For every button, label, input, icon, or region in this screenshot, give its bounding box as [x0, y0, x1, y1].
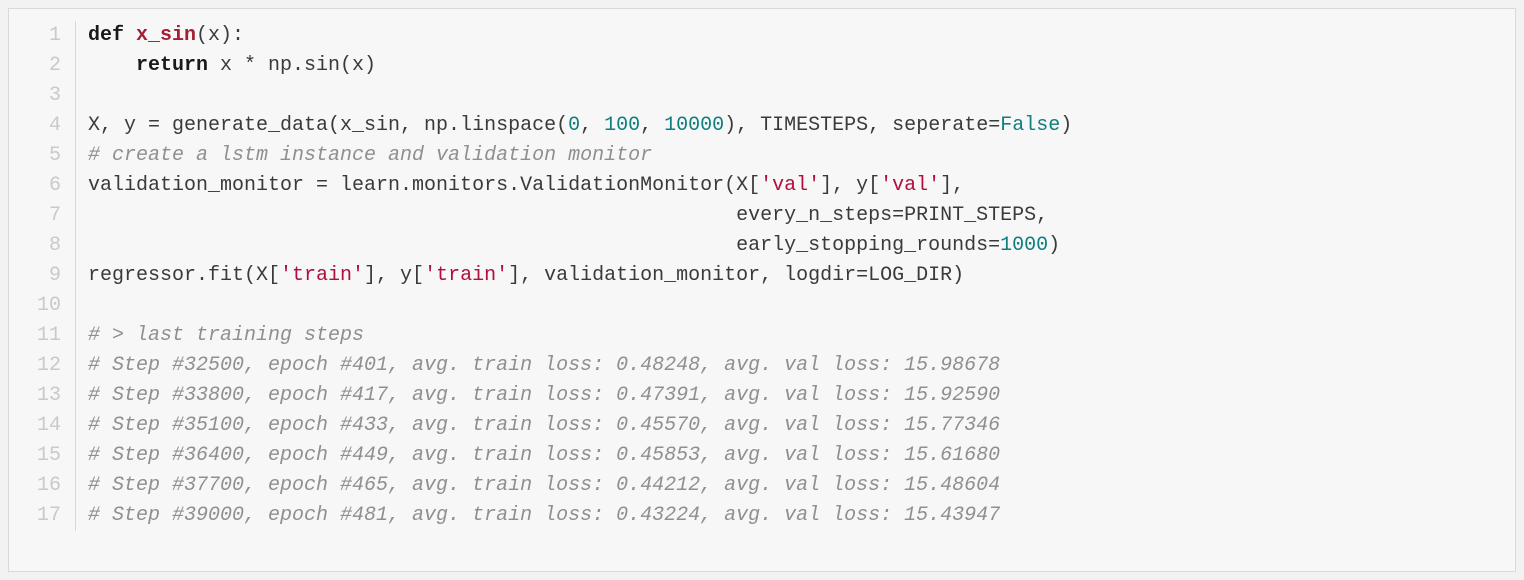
code-token: x_sin — [136, 24, 196, 47]
code-block: 1def x_sin(x):2 return x * np.sin(x)34X,… — [8, 8, 1516, 572]
code-content: # Step #33800, epoch #417, avg. train lo… — [76, 381, 1000, 411]
code-token: # Step #33800, epoch #417, avg. train lo… — [88, 384, 1000, 407]
line-number: 15 — [19, 441, 76, 471]
code-token: ), TIMESTEPS, seperate= — [724, 114, 1000, 137]
code-line: 8 early_stopping_rounds=1000) — [19, 231, 1505, 261]
line-number: 5 — [19, 141, 76, 171]
code-token: regressor.fit(X[ — [88, 264, 280, 287]
code-content: # Step #37700, epoch #465, avg. train lo… — [76, 471, 1000, 501]
code-token: False — [1000, 114, 1060, 137]
line-number: 13 — [19, 381, 76, 411]
code-line: 15 # Step #36400, epoch #449, avg. train … — [19, 441, 1505, 471]
line-number: 2 — [19, 51, 76, 81]
code-content: # > last training steps — [76, 321, 364, 351]
code-content: # create a lstm instance and validation … — [76, 141, 652, 171]
code-token: return — [136, 54, 208, 77]
code-token: # Step #37700, epoch #465, avg. train lo… — [88, 474, 1000, 497]
code-token: validation_monitor = learn.monitors.Vali… — [88, 174, 760, 197]
code-token: # Step #32500, epoch #401, avg. train lo… — [88, 354, 1000, 377]
code-token: def — [88, 24, 136, 47]
code-line: 11 # > last training steps — [19, 321, 1505, 351]
code-content: every_n_steps=PRINT_STEPS, — [76, 201, 1048, 231]
code-token: 100 — [604, 114, 640, 137]
code-line: 4X, y = generate_data(x_sin, np.linspace… — [19, 111, 1505, 141]
code-token: 'val' — [880, 174, 940, 197]
code-line: 9regressor.fit(X['train'], y['train'], v… — [19, 261, 1505, 291]
code-content: X, y = generate_data(x_sin, np.linspace(… — [76, 111, 1072, 141]
code-token: # Step #35100, epoch #433, avg. train lo… — [88, 414, 1000, 437]
line-number: 12 — [19, 351, 76, 381]
code-token — [88, 54, 136, 77]
code-line: 6 validation_monitor = learn.monitors.Val… — [19, 171, 1505, 201]
code-line: 12 # Step #32500, epoch #401, avg. train … — [19, 351, 1505, 381]
code-token: ], y[ — [364, 264, 424, 287]
code-snippet-container: 1def x_sin(x):2 return x * np.sin(x)34X,… — [0, 0, 1524, 580]
line-number: 11 — [19, 321, 76, 351]
code-token: ) — [1048, 234, 1060, 257]
code-token: # > last training steps — [88, 324, 364, 347]
code-content: # Step #39000, epoch #481, avg. train lo… — [76, 501, 1000, 531]
code-content: # Step #35100, epoch #433, avg. train lo… — [76, 411, 1000, 441]
code-content: regressor.fit(X['train'], y['train'], va… — [76, 261, 964, 291]
code-token: ], validation_monitor, logdir=LOG_DIR) — [508, 264, 964, 287]
code-token: 0 — [568, 114, 580, 137]
line-number: 6 — [19, 171, 76, 201]
code-content: # Step #36400, epoch #449, avg. train lo… — [76, 441, 1000, 471]
line-number: 10 — [19, 291, 76, 321]
code-line: 17 # Step #39000, epoch #481, avg. train … — [19, 501, 1505, 531]
line-number: 7 — [19, 201, 76, 231]
line-number: 4 — [19, 111, 76, 141]
code-token: , — [580, 114, 604, 137]
code-token: (x): — [196, 24, 244, 47]
code-content: validation_monitor = learn.monitors.Vali… — [76, 171, 964, 201]
code-token: 'train' — [424, 264, 508, 287]
code-line: 3 — [19, 81, 1505, 111]
line-number: 9 — [19, 261, 76, 291]
code-token: 10000 — [664, 114, 724, 137]
code-token: 1000 — [1000, 234, 1048, 257]
code-line: 16 # Step #37700, epoch #465, avg. train … — [19, 471, 1505, 501]
line-number: 14 — [19, 411, 76, 441]
code-token: , — [640, 114, 664, 137]
code-token: ], — [940, 174, 964, 197]
code-line: 2 return x * np.sin(x) — [19, 51, 1505, 81]
code-token: ], y[ — [820, 174, 880, 197]
code-token: X, y = generate_data(x_sin, np.linspace( — [88, 114, 568, 137]
code-content: return x * np.sin(x) — [76, 51, 376, 81]
code-line: 7 every_n_steps=PRINT_STEPS, — [19, 201, 1505, 231]
line-number: 16 — [19, 471, 76, 501]
code-line: 5 # create a lstm instance and validation… — [19, 141, 1505, 171]
line-number: 3 — [19, 81, 76, 111]
code-content: early_stopping_rounds=1000) — [76, 231, 1060, 261]
code-line: 10 — [19, 291, 1505, 321]
code-token: # Step #36400, epoch #449, avg. train lo… — [88, 444, 1000, 467]
code-token: 'train' — [280, 264, 364, 287]
code-content: # Step #32500, epoch #401, avg. train lo… — [76, 351, 1000, 381]
code-token: 'val' — [760, 174, 820, 197]
code-token: # create a lstm instance and validation … — [88, 144, 652, 167]
line-number: 8 — [19, 231, 76, 261]
code-line: 1def x_sin(x): — [19, 21, 1505, 51]
code-token: every_n_steps=PRINT_STEPS, — [88, 204, 1048, 227]
code-token: ) — [1060, 114, 1072, 137]
code-line: 14 # Step #35100, epoch #433, avg. train … — [19, 411, 1505, 441]
code-token: x * np.sin(x) — [208, 54, 376, 77]
line-number: 1 — [19, 21, 76, 51]
code-content: def x_sin(x): — [76, 21, 244, 51]
code-line: 13 # Step #33800, epoch #417, avg. train … — [19, 381, 1505, 411]
code-token: early_stopping_rounds= — [88, 234, 1000, 257]
line-number: 17 — [19, 501, 76, 531]
code-token: # Step #39000, epoch #481, avg. train lo… — [88, 504, 1000, 527]
